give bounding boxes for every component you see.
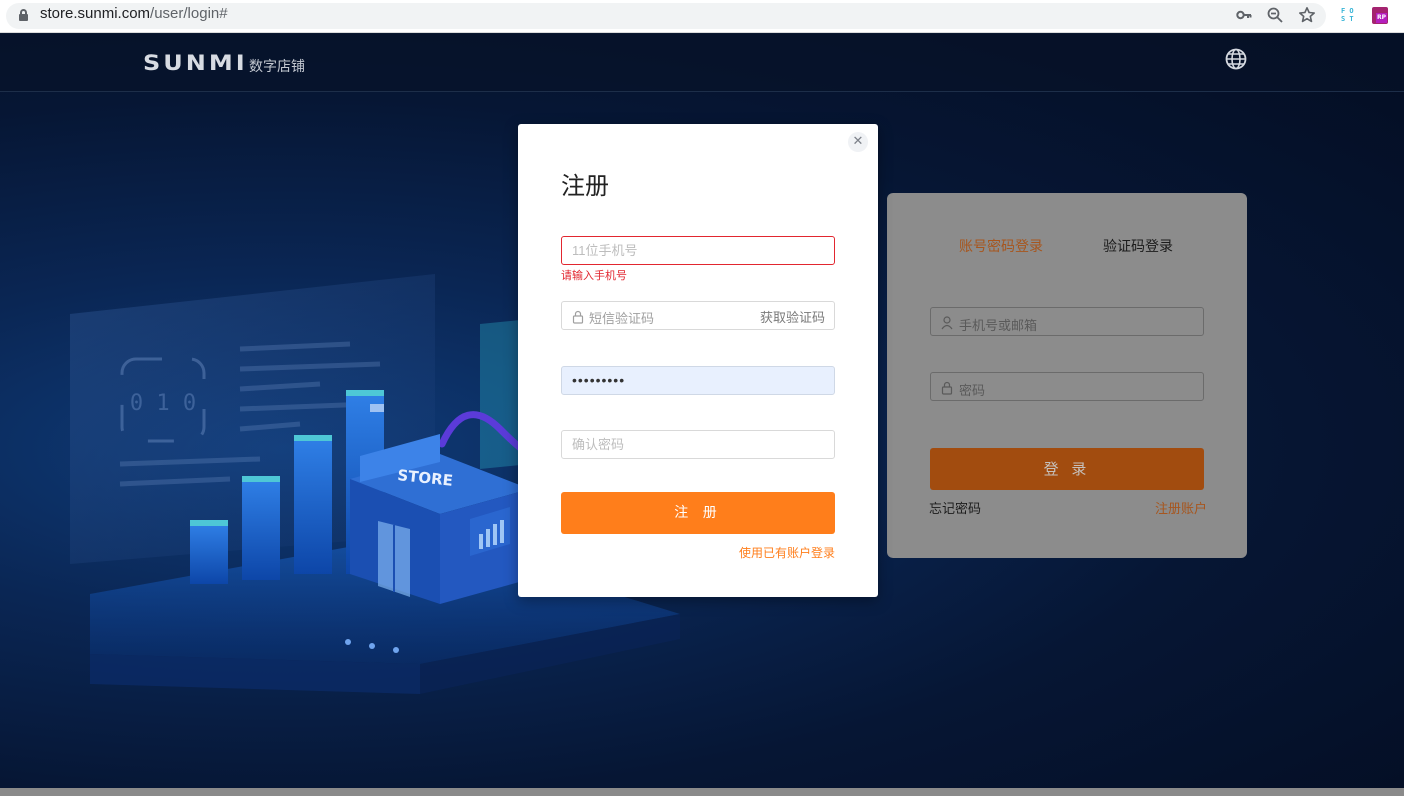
bookmark-star-icon[interactable] bbox=[1298, 6, 1316, 24]
extension-rp-icon[interactable]: RP bbox=[1372, 7, 1388, 24]
use-existing-account-link[interactable]: 使用已有账户登录 bbox=[739, 544, 835, 561]
login-card: 账号密码登录 验证码登录 手机号或邮箱 密码 登 录 忘记密码 注册账户 bbox=[887, 193, 1247, 558]
sunmi-logo[interactable]: SUNMI bbox=[143, 50, 248, 75]
lock-icon[interactable] bbox=[19, 9, 28, 22]
globe-icon[interactable] bbox=[1225, 48, 1247, 70]
top-navigation: SUNMI 数字店铺 bbox=[0, 34, 1404, 92]
account-input[interactable]: 手机号或邮箱 bbox=[930, 307, 1204, 336]
lock-icon bbox=[572, 309, 584, 324]
user-icon bbox=[941, 315, 953, 330]
login-button[interactable]: 登 录 bbox=[930, 448, 1204, 490]
tab-account-login[interactable]: 账号密码登录 bbox=[959, 236, 1043, 256]
browser-address-bar: store.sunmi.com/user/login# F OS T RP bbox=[0, 0, 1404, 33]
close-icon[interactable]: ✕ bbox=[848, 132, 868, 152]
extension-fo-icon[interactable]: F OS T bbox=[1341, 7, 1355, 25]
phone-error-message: 请输入手机号 bbox=[561, 269, 627, 282]
modal-title: 注册 bbox=[561, 172, 609, 200]
sms-code-field[interactable]: 短信验证码 获取验证码 bbox=[561, 301, 835, 330]
password-input[interactable]: 密码 bbox=[930, 372, 1204, 401]
password-input[interactable]: ••••••••• bbox=[561, 366, 835, 395]
svg-text:0 1 0: 0 1 0 bbox=[130, 391, 196, 416]
confirm-password-input[interactable] bbox=[561, 430, 835, 459]
login-page: SUNMI 数字店铺 0 1 0 STORE 账号密码登录 验证码登录 手机号或… bbox=[0, 34, 1404, 788]
phone-input[interactable] bbox=[561, 236, 835, 265]
account-placeholder: 手机号或邮箱 bbox=[959, 319, 1038, 334]
lock-icon bbox=[941, 380, 953, 395]
register-modal: ✕ 注册 请输入手机号 短信验证码 获取验证码 ••••••••• 注 册 使用… bbox=[518, 124, 878, 597]
tab-code-login[interactable]: 验证码登录 bbox=[1103, 236, 1173, 256]
register-button[interactable]: 注 册 bbox=[561, 492, 835, 534]
forgot-password-link[interactable]: 忘记密码 bbox=[929, 498, 981, 517]
zoom-icon[interactable] bbox=[1266, 6, 1284, 24]
password-placeholder: 密码 bbox=[959, 384, 986, 399]
url-text[interactable]: store.sunmi.com/user/login# bbox=[40, 5, 228, 22]
sms-code-placeholder: 短信验证码 bbox=[589, 312, 655, 327]
key-icon[interactable] bbox=[1235, 6, 1253, 24]
get-code-button[interactable]: 获取验证码 bbox=[760, 307, 825, 326]
page-bottom-bar bbox=[0, 788, 1404, 796]
logo-subtitle: 数字店铺 bbox=[249, 59, 305, 75]
register-account-link[interactable]: 注册账户 bbox=[1155, 498, 1207, 517]
